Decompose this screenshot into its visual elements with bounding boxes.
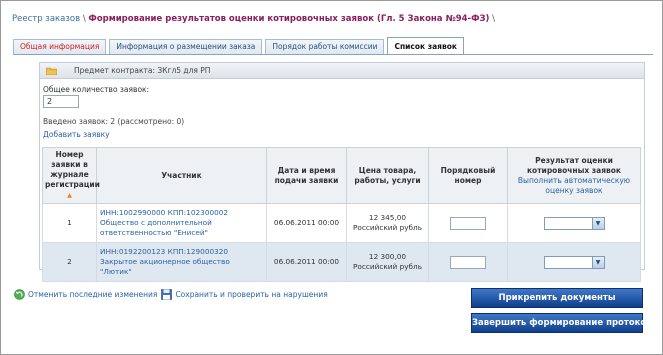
applications-table: Номер заявки в журнале регистрации ▲ Уча… <box>42 147 641 282</box>
bottom-action-links: Отменить последние изменения Сохранить и… <box>14 289 328 300</box>
price-cell: 12 300,00 Российский рубль <box>346 242 429 282</box>
undo-changes-link[interactable]: Отменить последние изменения <box>28 290 157 299</box>
attach-documents-button[interactable]: Прикрепить документы <box>471 288 643 308</box>
applications-panel: Предмет контракта: ЗКгл5 для РП Общее ко… <box>39 62 645 282</box>
breadcrumb-separator: \ <box>82 14 86 24</box>
undo-icon[interactable] <box>14 289 25 300</box>
order-number-input[interactable] <box>450 255 486 269</box>
column-header-order: Порядковый номер <box>428 147 508 204</box>
breadcrumb-orders-link[interactable]: Реестр заказов <box>12 14 80 24</box>
breadcrumb: Реестр заказов \ Формирование результато… <box>12 14 495 24</box>
table-row: 1 ИНН:1002990000 КПП:102300002 Общество … <box>42 203 641 243</box>
column-header-date: Дата и время подачи заявки <box>266 147 347 204</box>
chevron-down-icon[interactable]: ▼ <box>591 256 604 268</box>
entered-applications-status: Введено заявок: 2 (рассмотрено: 0) <box>43 117 185 126</box>
table-row: 2 ИНН:0192200123 КПП:129000320 Закрытое … <box>42 242 641 282</box>
tab-applications-list[interactable]: Список заявок <box>387 37 464 55</box>
column-header-participant: Участник <box>96 147 267 204</box>
contract-subject: Предмет контракта: ЗКгл5 для РП <box>74 66 211 75</box>
order-number-cell <box>428 203 508 243</box>
page-title: Формирование результатов оценки котирово… <box>88 14 490 24</box>
column-header-result-label: Результат оценки котировочных заявок <box>526 155 622 175</box>
add-application-link[interactable]: Добавить заявку <box>43 130 110 139</box>
price-value: 12 345,00 <box>368 213 407 222</box>
order-number-input[interactable] <box>450 216 486 230</box>
application-number: 2 <box>42 242 97 282</box>
finish-protocol-button[interactable]: Завершить формирование протокола <box>471 313 658 333</box>
result-select[interactable]: ▼ <box>543 255 605 269</box>
result-cell: ▼ <box>507 203 641 243</box>
folder-icon[interactable] <box>46 67 57 75</box>
save-and-check-link[interactable]: Сохранить и проверить на нарушения <box>175 290 327 299</box>
result-cell: ▼ <box>507 242 641 282</box>
submission-date: 06.06.2011 00:00 <box>266 203 347 243</box>
price-value: 12 300,00 <box>368 252 407 261</box>
floppy-disk-icon[interactable] <box>161 289 173 300</box>
sort-ascending-icon[interactable]: ▲ <box>67 192 72 199</box>
breadcrumb-trailing-separator: \ <box>492 14 496 24</box>
participant-link[interactable]: ИНН:0192200123 КПП:129000320 Закрытое ак… <box>96 242 267 282</box>
participant-link[interactable]: ИНН:1002990000 КПП:102300002 Общество с … <box>96 203 267 243</box>
tab-commission-procedure[interactable]: Порядок работы комиссии <box>265 39 385 54</box>
panel-header: Предмет контракта: ЗКгл5 для РП <box>40 63 644 79</box>
chevron-down-icon[interactable]: ▼ <box>591 217 604 229</box>
column-header-number[interactable]: Номер заявки в журнале регистрации ▲ <box>42 147 100 204</box>
tab-bar: Общая информация Информация о размещении… <box>13 37 467 55</box>
submission-date: 06.06.2011 00:00 <box>266 242 347 282</box>
applications-count-label: Общее количество заявок: <box>43 85 150 94</box>
order-number-cell <box>428 242 508 282</box>
price-currency: Российский рубль <box>352 223 422 232</box>
tab-general-info[interactable]: Общая информация <box>13 39 107 54</box>
tab-underline <box>13 54 653 55</box>
application-number: 1 <box>42 203 97 243</box>
table-header-row: Номер заявки в журнале регистрации ▲ Уча… <box>42 147 641 204</box>
applications-count-input[interactable]: 2 <box>43 95 79 108</box>
column-header-number-label: Номер заявки в журнале регистрации <box>45 150 100 189</box>
column-header-result: Результат оценки котировочных заявок Вып… <box>507 147 641 204</box>
price-currency: Российский рубль <box>352 262 422 271</box>
price-cell: 12 345,00 Российский рубль <box>346 203 429 243</box>
tab-placement-info[interactable]: Информация о размещении заказа <box>109 39 263 54</box>
auto-evaluate-link[interactable]: Выполнить автоматическую оценку заявок <box>510 176 638 196</box>
column-header-price: Цена товара, работы, услуги <box>346 147 429 204</box>
result-select[interactable]: ▼ <box>543 216 605 230</box>
